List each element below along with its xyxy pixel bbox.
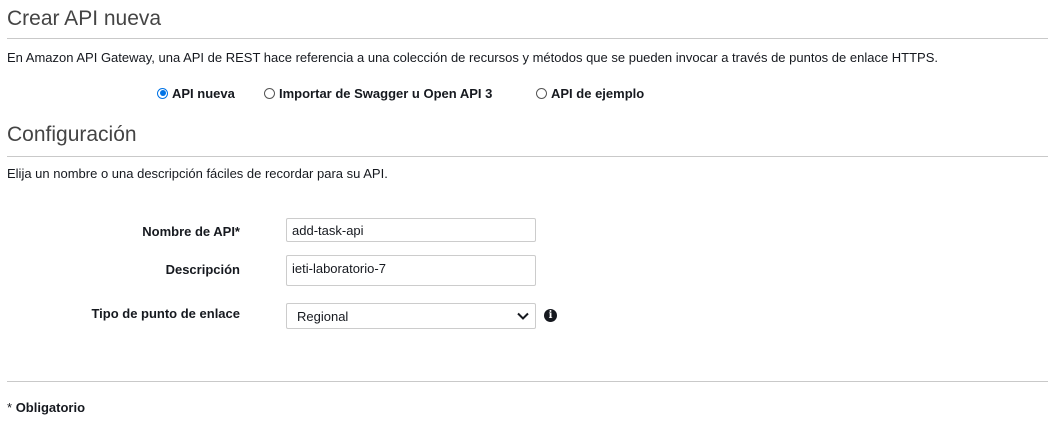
description-label: Descripción [165,262,240,277]
radio-new-api-label: API nueva [172,85,235,101]
divider [7,156,1048,157]
required-note: * Obligatorio [7,400,85,416]
endpoint-type-label: Tipo de punto de enlace [91,306,240,321]
radio-unselected-icon[interactable] [264,87,275,99]
radio-new-api[interactable]: API nueva [157,84,235,102]
configuration-description: Elija un nombre o una descripción fácile… [7,166,388,181]
radio-example-api-label: API de ejemplo [551,85,645,101]
radio-import-swagger[interactable]: Importar de Swagger u Open API 3 [264,84,492,102]
endpoint-type-value: Regional [297,308,349,324]
radio-import-swagger-label: Importar de Swagger u Open API 3 [279,85,493,101]
required-marker: * [7,400,13,415]
api-name-input[interactable] [286,218,536,242]
divider [7,381,1048,382]
description-textarea[interactable]: ieti-laboratorio-7 [286,255,536,286]
endpoint-type-select[interactable]: Regional [286,303,536,329]
radio-example-api[interactable]: API de ejemplo [536,84,644,102]
chevron-down-icon [517,312,529,320]
api-name-label: Nombre de API* [142,224,240,239]
info-icon[interactable]: i [544,309,557,322]
divider [7,38,1048,39]
required-label: Obligatorio [15,400,86,415]
configuration-title: Configuración [7,123,137,146]
create-api-description: En Amazon API Gateway, una API de REST h… [7,50,939,65]
radio-unselected-icon[interactable] [536,87,547,99]
create-api-title: Crear API nueva [7,7,162,30]
radio-selected-icon[interactable] [157,87,168,99]
